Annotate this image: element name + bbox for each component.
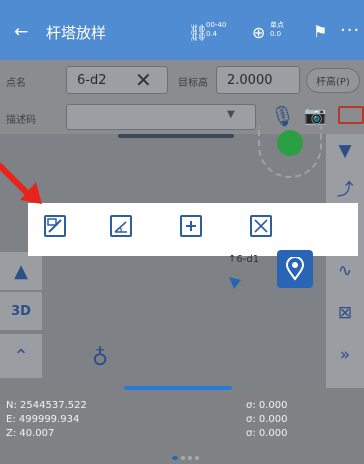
- satellite-status[interactable]: ⛓ 00-40 0.4: [188, 16, 230, 46]
- page-indicator: [172, 456, 199, 460]
- satellite-count: 00-40: [206, 21, 227, 29]
- more-menu-icon[interactable]: ···: [340, 20, 360, 41]
- back-arrow-icon[interactable]: ←: [14, 22, 28, 42]
- annotation-arrow-icon: [0, 163, 42, 204]
- microphone-icon[interactable]: 🎙: [270, 104, 295, 128]
- point-row: 点名 6-d2 ✕ 目标高 2.0000 杆高(P): [0, 60, 364, 100]
- rover-person-icon[interactable]: ♁: [92, 346, 108, 371]
- measure-angle-tool-icon[interactable]: [110, 215, 132, 237]
- page-dot: [195, 456, 199, 460]
- direction-marker-icon: [229, 277, 241, 289]
- point-name-field[interactable]: 6-d2 ✕: [66, 66, 168, 94]
- northing-value: N: 2544537.522: [6, 400, 87, 411]
- 3d-view-button[interactable]: 3D: [0, 292, 42, 330]
- fit-view-tool-icon[interactable]: [250, 215, 272, 237]
- code-label: 描述码: [6, 115, 36, 126]
- camera-icon[interactable]: 📷: [304, 105, 326, 126]
- position-dot: [277, 130, 303, 156]
- target-height-label: 目标高: [178, 78, 208, 89]
- zoom-extents-tool-icon[interactable]: [44, 215, 66, 237]
- location-pin-button[interactable]: [277, 250, 313, 288]
- collapse-up-icon[interactable]: ⌃: [0, 334, 42, 378]
- ruler-icon[interactable]: [338, 106, 364, 124]
- page-dot: [181, 456, 185, 460]
- north-icon[interactable]: ▼: [326, 134, 364, 168]
- code-field[interactable]: ▼: [66, 104, 256, 130]
- gps-fix-icon: ⊕: [252, 23, 266, 42]
- location-pin-icon: [285, 257, 305, 281]
- easting-value: E: 499999.934: [6, 414, 80, 425]
- map-tool-popup: [28, 203, 358, 256]
- point-name-value: 6-d2: [77, 73, 107, 88]
- 3d-label: 3D: [11, 303, 31, 319]
- fix-age: 0.0: [270, 30, 282, 38]
- page-dot: [172, 456, 178, 460]
- dropdown-icon[interactable]: ▼: [227, 109, 235, 120]
- point-name-label: 点名: [6, 78, 26, 89]
- fix-type: 单点: [270, 21, 284, 29]
- target-height-field[interactable]: 2.0000: [216, 66, 300, 94]
- page-title: 杆塔放样: [46, 24, 107, 42]
- add-point-tool-icon[interactable]: [180, 215, 202, 237]
- sigma-z-value: σ: 0.000: [246, 428, 288, 439]
- compass-arrow-icon[interactable]: ▲: [0, 252, 42, 290]
- expand-down-icon[interactable]: »: [326, 338, 364, 372]
- sigma-e-value: σ: 0.000: [246, 414, 288, 425]
- line-stakeout-icon[interactable]: ⤴: [326, 170, 364, 204]
- top-drag-handle[interactable]: [118, 134, 234, 138]
- clear-icon[interactable]: ✕: [135, 68, 152, 92]
- sigma-n-value: σ: 0.000: [246, 400, 288, 411]
- app-header: ← 杆塔放样 ⛓ 00-40 0.4 ⊕ 单点 0.0 ⚑ ···: [0, 0, 364, 60]
- page-dot: [188, 456, 192, 460]
- target-point-label: ↑6-d1: [228, 254, 260, 265]
- target-height-value: 2.0000: [227, 73, 273, 88]
- tower-icon[interactable]: ⚑: [313, 22, 327, 41]
- height-mode-button[interactable]: 杆高(P): [306, 68, 360, 93]
- curve-stakeout-icon[interactable]: ∿: [326, 254, 364, 288]
- elevation-value: Z: 40.007: [6, 428, 55, 439]
- satellite-pdop: 0.4: [206, 30, 218, 38]
- full-extent-icon[interactable]: ⊠: [326, 296, 364, 330]
- fix-status[interactable]: ⊕ 单点 0.0: [252, 16, 300, 46]
- right-toolbar-bottom: ∿ ⊠ »: [326, 250, 364, 388]
